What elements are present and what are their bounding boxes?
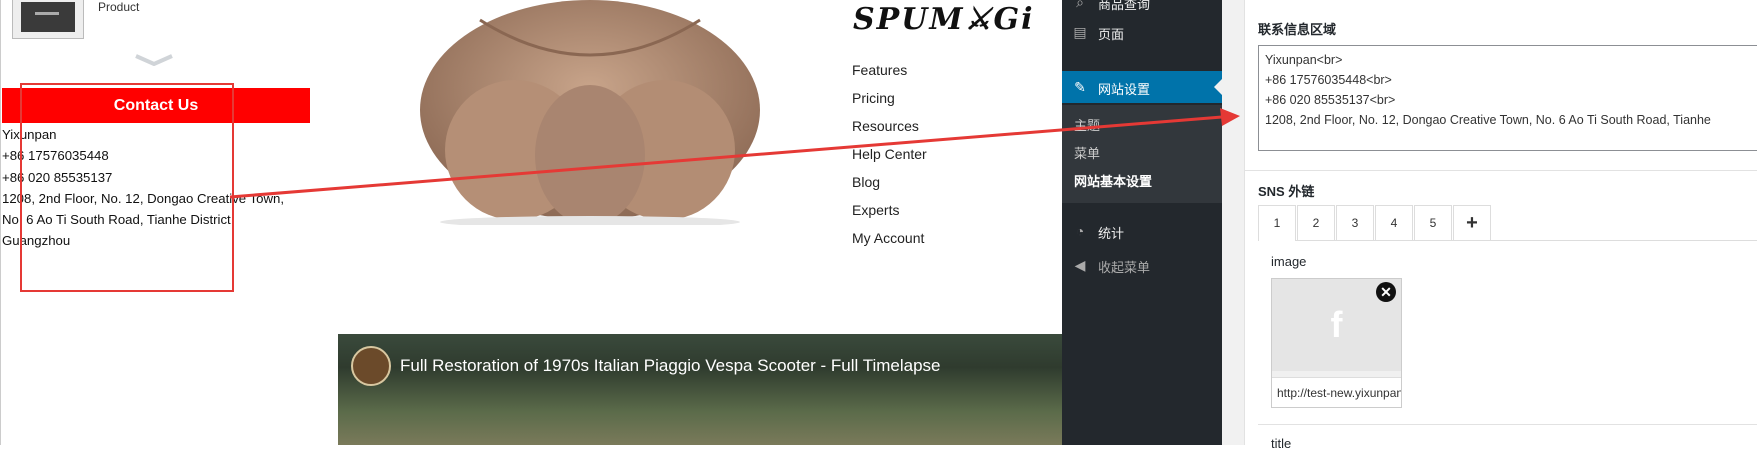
annotation-arrow [229,108,1240,199]
